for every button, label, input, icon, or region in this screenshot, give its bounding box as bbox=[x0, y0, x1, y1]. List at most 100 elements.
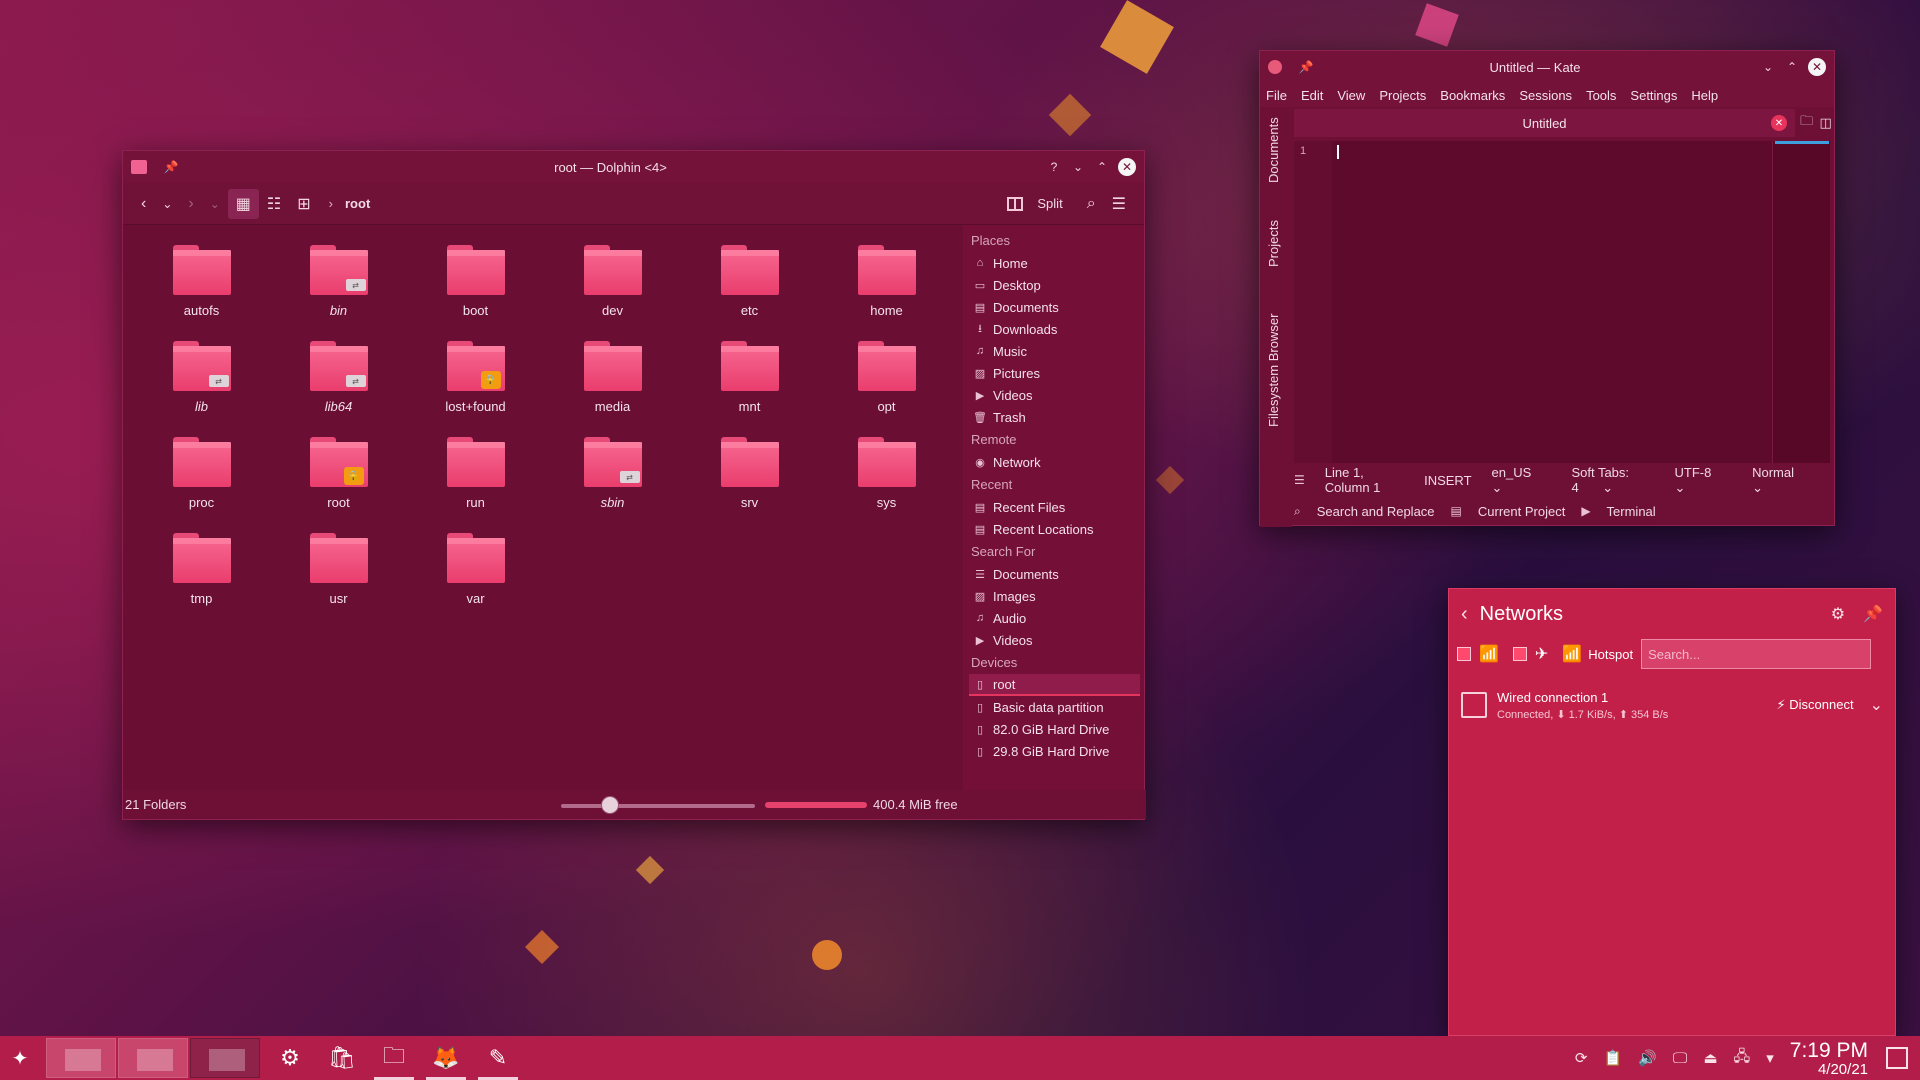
folder-item[interactable]: ⇄ sbin bbox=[544, 435, 681, 531]
places-item-device-29gib-hard-drive[interactable]: ▯ 29.8 GiB Hard Drive bbox=[969, 740, 1140, 762]
menu-view[interactable]: View bbox=[1337, 88, 1365, 103]
places-item-documents[interactable]: ▤ Documents bbox=[969, 296, 1140, 318]
airplane-mode-checkbox[interactable] bbox=[1512, 647, 1527, 661]
menu-help[interactable]: Help bbox=[1691, 88, 1718, 103]
places-item-search-audio[interactable]: ♫ Audio bbox=[969, 607, 1140, 629]
folder-item[interactable]: home bbox=[818, 243, 955, 339]
updates-icon[interactable]: ⟳ bbox=[1575, 1049, 1588, 1067]
places-item-search-videos[interactable]: ▶ Videos bbox=[969, 629, 1140, 651]
folder-item[interactable]: ⇄ lib bbox=[133, 339, 270, 435]
pin-icon[interactable]: 📌 bbox=[1863, 604, 1883, 624]
clock[interactable]: 7:19 PM 4/20/21 bbox=[1790, 1040, 1868, 1077]
forward-icon[interactable]: › bbox=[180, 195, 201, 213]
zoom-slider[interactable] bbox=[561, 804, 755, 808]
pin-icon[interactable]: 📌 bbox=[161, 157, 181, 177]
close-tab-icon[interactable]: ✕ bbox=[1771, 115, 1787, 131]
places-item-recent-files[interactable]: ▤ Recent Files bbox=[969, 496, 1140, 518]
close-icon[interactable]: ✕ bbox=[1118, 158, 1136, 176]
folder-item[interactable]: usr bbox=[270, 531, 407, 627]
discover-store-icon[interactable]: 🛍 bbox=[318, 1036, 366, 1080]
help-icon[interactable]: ? bbox=[1044, 157, 1064, 177]
menu-sessions[interactable]: Sessions bbox=[1519, 88, 1572, 103]
virtual-desktop-1[interactable] bbox=[46, 1038, 116, 1078]
details-view-icon[interactable]: ⊞ bbox=[289, 194, 318, 214]
breadcrumb[interactable]: root bbox=[345, 196, 370, 211]
hotspot-button[interactable]: Hotspot bbox=[1588, 647, 1633, 662]
hamburger-menu-icon[interactable]: ☰ bbox=[1104, 194, 1134, 214]
indent-dropdown[interactable]: Soft Tabs: 4 ⌄ bbox=[1571, 465, 1654, 496]
current-project-button[interactable]: Current Project bbox=[1478, 504, 1565, 519]
expand-chevron-icon[interactable]: ⌄ bbox=[1870, 695, 1883, 715]
input-mode-dropdown[interactable]: Normal ⌄ bbox=[1752, 465, 1814, 496]
places-item-search-images[interactable]: ▨ Images bbox=[969, 585, 1140, 607]
places-item-videos[interactable]: ▶ Videos bbox=[969, 384, 1140, 406]
places-item-desktop[interactable]: ▭ Desktop bbox=[969, 274, 1140, 296]
maximize-icon[interactable]: ⌃ bbox=[1782, 57, 1802, 77]
app-launcher-icon[interactable]: ✦ bbox=[0, 1036, 40, 1080]
back-history-chevron-icon[interactable]: ⌄ bbox=[154, 197, 180, 211]
menu-edit[interactable]: Edit bbox=[1301, 88, 1323, 103]
virtual-desktop-3[interactable] bbox=[190, 1038, 260, 1078]
places-item-home[interactable]: ⌂ Home bbox=[969, 252, 1140, 274]
network-search-input[interactable] bbox=[1641, 639, 1872, 669]
folder-item[interactable]: dev bbox=[544, 243, 681, 339]
side-tab-filesystem-browser[interactable]: Filesystem Browser bbox=[1266, 314, 1281, 427]
virtual-desktop-2[interactable] bbox=[118, 1038, 188, 1078]
text-editor[interactable]: 1 bbox=[1294, 141, 1830, 463]
minimize-icon[interactable]: ⌄ bbox=[1068, 157, 1088, 177]
compact-view-icon[interactable]: ☷ bbox=[259, 194, 289, 214]
pin-icon[interactable]: 📌 bbox=[1296, 57, 1316, 77]
menu-bookmarks[interactable]: Bookmarks bbox=[1440, 88, 1505, 103]
close-icon[interactable]: ✕ bbox=[1808, 58, 1826, 76]
kate-taskbar-icon[interactable]: ✎ bbox=[474, 1036, 522, 1080]
places-item-device-root[interactable]: ▯ root bbox=[969, 674, 1140, 696]
minimize-icon[interactable]: ⌄ bbox=[1758, 57, 1778, 77]
file-view[interactable]: autofs ⇄ bin boot dev etc home ⇄ lib ⇄ lib64 🔒 lost+… bbox=[123, 225, 963, 792]
side-tab-projects[interactable]: Projects bbox=[1266, 220, 1281, 267]
search-icon[interactable]: ⌕ bbox=[1079, 195, 1104, 213]
show-desktop-icon[interactable] bbox=[1886, 1047, 1908, 1069]
tab-untitled[interactable]: Untitled ✕ bbox=[1294, 109, 1795, 137]
connection-item[interactable]: Wired connection 1 Connected, ⬇ 1.7 KiB/… bbox=[1449, 683, 1895, 727]
places-item-device-basic-data-partition[interactable]: ▯ Basic data partition bbox=[969, 696, 1140, 718]
usb-drive-icon[interactable]: ⏏ bbox=[1703, 1049, 1717, 1067]
system-settings-icon[interactable]: ⚙ bbox=[266, 1036, 314, 1080]
folder-item[interactable]: srv bbox=[681, 435, 818, 531]
folder-item[interactable]: 🔒 lost+found bbox=[407, 339, 544, 435]
icons-view-icon[interactable]: ▦ bbox=[227, 188, 259, 219]
language-dropdown[interactable]: en_US ⌄ bbox=[1492, 465, 1552, 496]
dolphin-titlebar[interactable]: 📌 root — Dolphin <4> ? ⌄ ⌃ ✕ bbox=[123, 151, 1144, 183]
new-tab-icon[interactable]: 🗀 bbox=[1800, 112, 1813, 134]
side-tab-documents[interactable]: Documents bbox=[1266, 117, 1281, 183]
places-item-trash[interactable]: 🗑 Trash bbox=[969, 406, 1140, 428]
places-item-music[interactable]: ♫ Music bbox=[969, 340, 1140, 362]
configure-icon[interactable]: ⚙ bbox=[1831, 604, 1845, 624]
maximize-icon[interactable]: ⌃ bbox=[1092, 157, 1112, 177]
clipboard-icon[interactable]: 📋 bbox=[1603, 1049, 1622, 1067]
folder-item[interactable]: boot bbox=[407, 243, 544, 339]
folder-item[interactable]: media bbox=[544, 339, 681, 435]
folder-item[interactable]: proc bbox=[133, 435, 270, 531]
back-icon[interactable]: ‹ bbox=[133, 195, 154, 213]
edit-mode[interactable]: INSERT bbox=[1424, 473, 1471, 488]
kate-titlebar[interactable]: 📌 Untitled — Kate ⌄ ⌃ ✕ bbox=[1260, 51, 1834, 83]
places-item-network[interactable]: ◉ Network bbox=[969, 451, 1140, 473]
folder-item[interactable]: var bbox=[407, 531, 544, 627]
folder-item[interactable]: tmp bbox=[133, 531, 270, 627]
menu-file[interactable]: File bbox=[1266, 88, 1287, 103]
split-button[interactable]: Split bbox=[1007, 196, 1063, 211]
folder-item[interactable]: sys bbox=[818, 435, 955, 531]
folder-item[interactable]: autofs bbox=[133, 243, 270, 339]
folder-item[interactable]: ⇄ lib64 bbox=[270, 339, 407, 435]
zoom-slider-handle[interactable] bbox=[601, 796, 619, 814]
menu-tools[interactable]: Tools bbox=[1586, 88, 1616, 103]
places-item-recent-locations[interactable]: ▤ Recent Locations bbox=[969, 518, 1140, 540]
volume-icon[interactable]: 🔊 bbox=[1638, 1049, 1657, 1067]
dolphin-taskbar-icon[interactable]: 🗀 bbox=[370, 1036, 418, 1080]
disconnect-button[interactable]: ⚡ Disconnect bbox=[1777, 697, 1854, 713]
folder-item[interactable]: mnt bbox=[681, 339, 818, 435]
menu-settings[interactable]: Settings bbox=[1630, 88, 1677, 103]
network-icon[interactable]: 🖧 bbox=[1734, 1046, 1751, 1071]
menu-projects[interactable]: Projects bbox=[1379, 88, 1426, 103]
split-editor-icon[interactable]: ◫ bbox=[1820, 115, 1832, 131]
